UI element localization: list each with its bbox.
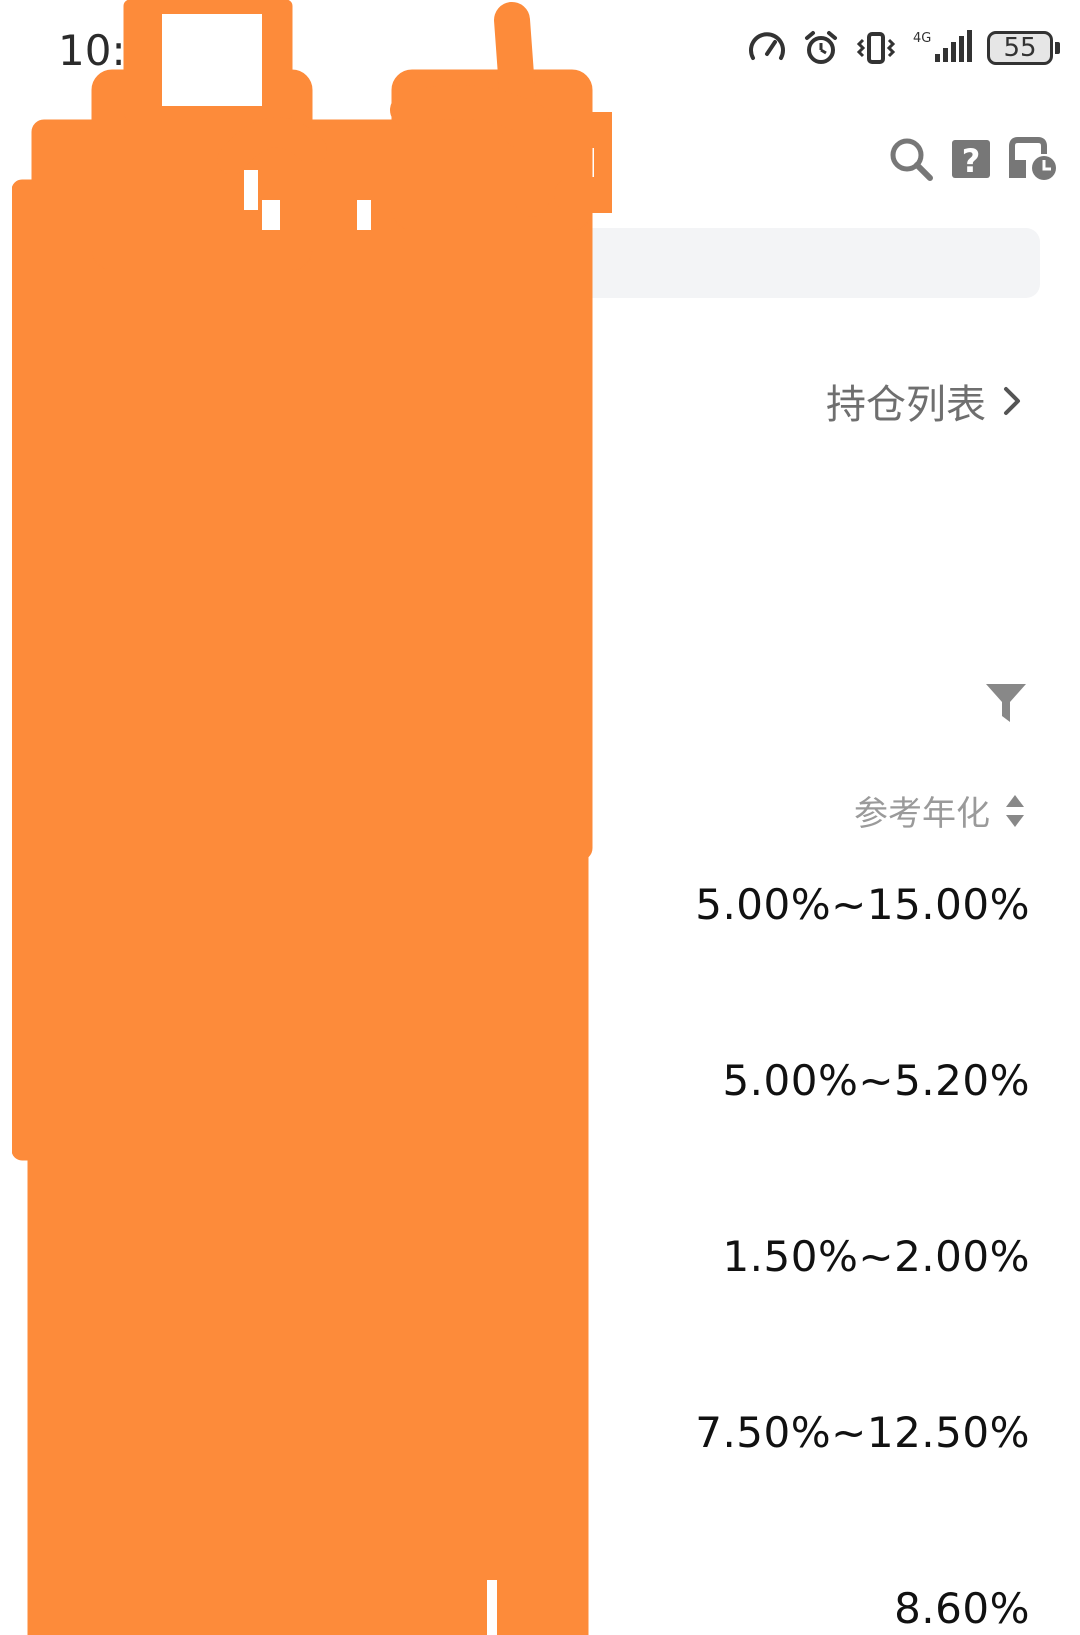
speed-icon [749,32,785,60]
search-bar[interactable] [20,228,1040,298]
sort-icon [1006,794,1024,827]
history-icon[interactable] [1008,136,1060,182]
vibrate-icon [856,32,896,64]
battery-tip [1055,42,1060,54]
holdings-link-label: 持仓列表 [826,382,986,428]
yield-value: 5.00%~5.20% [722,1056,1030,1105]
chevron-right-icon [1004,387,1020,415]
alarm-icon [805,31,837,64]
status-time: 10:53 [58,26,180,75]
battery-level: 55 [1003,33,1037,63]
yield-value: 5.00%~15.00% [695,880,1030,929]
yield-value: 1.50%~2.00% [722,1232,1030,1281]
yield-value: 8.60% [894,1584,1030,1633]
filter-button[interactable] [984,682,1028,730]
status-icons: 4G 55 [747,28,1060,68]
filter-icon [986,684,1026,722]
svg-text:?: ? [962,142,981,180]
help-icon[interactable]: ? [948,136,994,182]
status-bar: 10:53 4G 55 [0,0,1080,100]
sort-header-label: 参考年化 [854,794,990,834]
network-label: 4G [913,31,931,46]
search-icon[interactable] [888,136,934,182]
battery-indicator: 55 [987,31,1053,65]
signal-icon: 4G [913,30,972,62]
yield-value: 7.50%~12.50% [695,1408,1030,1457]
top-actions: ? [888,136,1060,182]
sort-header-annualized[interactable]: 参考年化 [854,786,1026,835]
holdings-list-link[interactable]: 持仓列表 [826,372,1022,430]
